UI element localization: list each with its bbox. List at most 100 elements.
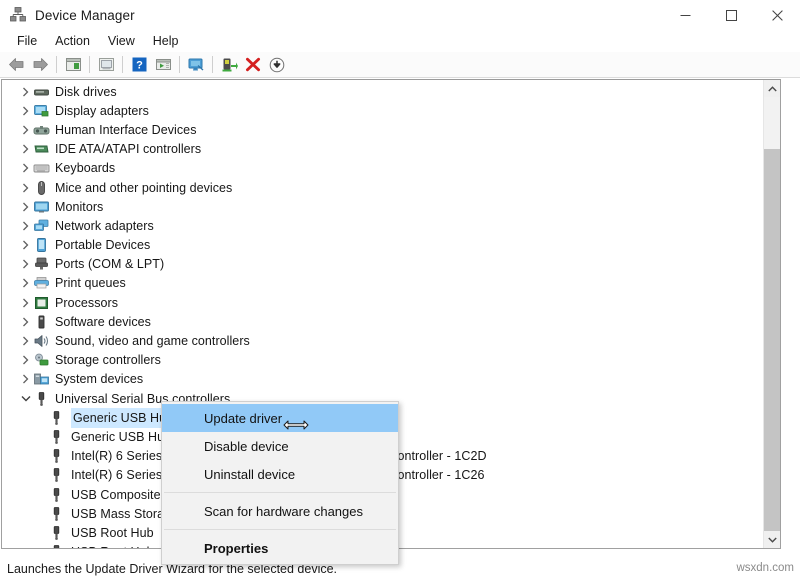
help-button[interactable]: ?: [127, 54, 151, 76]
tree-item-print-queues[interactable]: Print queues: [2, 274, 762, 293]
toolbar-separator-2: [89, 56, 90, 73]
toolbar-separator-5: [212, 56, 213, 73]
tree-item-label: Intel(R) 6 Series: [71, 449, 162, 463]
chevron-right-icon[interactable]: [18, 374, 33, 384]
software-device-icon: [33, 314, 50, 330]
context-menu-item-properties[interactable]: Properties: [162, 534, 398, 562]
context-menu-item-uninstall-device[interactable]: Uninstall device: [162, 460, 398, 488]
chevron-right-icon[interactable]: [18, 87, 33, 97]
context-menu: Update driver Disable device Uninstall d…: [161, 401, 399, 565]
usb-device-icon: [48, 448, 65, 464]
status-bar: Launches the Update Driver Wizard for th…: [0, 555, 800, 583]
device-manager-window: Device Manager File Action View Help: [0, 0, 800, 583]
chevron-right-icon[interactable]: [18, 240, 33, 250]
update-driver-button[interactable]: [217, 54, 241, 76]
context-menu-separator-1: [164, 492, 396, 493]
chevron-right-icon[interactable]: [18, 355, 33, 365]
port-icon: [33, 256, 50, 272]
close-button[interactable]: [754, 0, 800, 30]
network-adapter-icon: [33, 218, 50, 234]
chevron-right-icon[interactable]: [18, 144, 33, 154]
chevron-right-icon[interactable]: [18, 183, 33, 193]
device-properties-button[interactable]: [151, 54, 175, 76]
menu-file[interactable]: File: [8, 32, 46, 50]
show-hidden-devices-button[interactable]: [94, 54, 118, 76]
tree-item-sound-controllers[interactable]: Sound, video and game controllers: [2, 331, 762, 350]
chevron-right-icon[interactable]: [18, 202, 33, 212]
chevron-right-icon[interactable]: [18, 106, 33, 116]
window-title: Device Manager: [35, 8, 135, 23]
scroll-up-button[interactable]: [764, 80, 780, 97]
tree-item-label: Ports (COM & LPT): [55, 257, 164, 271]
scroll-down-button[interactable]: [764, 531, 780, 548]
tree-item-ports[interactable]: Ports (COM & LPT): [2, 255, 762, 274]
system-device-icon: [33, 371, 50, 387]
chevron-right-icon[interactable]: [18, 298, 33, 308]
tree-item-label: Intel(R) 6 Series: [71, 468, 162, 482]
chevron-right-icon[interactable]: [18, 336, 33, 346]
tree-item-display-adapters[interactable]: Display adapters: [2, 101, 762, 120]
disk-drive-icon: [33, 84, 50, 100]
tree-item-ide-controllers[interactable]: IDE ATA/ATAPI controllers: [2, 140, 762, 159]
chevron-right-icon[interactable]: [18, 259, 33, 269]
uninstall-button[interactable]: [241, 54, 265, 76]
context-menu-item-disable-device[interactable]: Disable device: [162, 432, 398, 460]
tree-item-label: IDE ATA/ATAPI controllers: [55, 142, 201, 156]
menu-help[interactable]: Help: [144, 32, 188, 50]
tree-item-label: Portable Devices: [55, 238, 150, 252]
storage-controller-icon: [33, 352, 50, 368]
tree-item-system-devices[interactable]: System devices: [2, 370, 762, 389]
tree-item-software-devices[interactable]: Software devices: [2, 312, 762, 331]
tree-item-label: Disk drives: [55, 85, 117, 99]
tree-item-storage-controllers[interactable]: Storage controllers: [2, 351, 762, 370]
vertical-scrollbar[interactable]: [763, 80, 780, 548]
forward-button[interactable]: [28, 54, 52, 76]
watermark: wsxdn.com: [736, 562, 794, 574]
properties-button[interactable]: [61, 54, 85, 76]
tree-item-monitors[interactable]: Monitors: [2, 197, 762, 216]
tree-item-mice[interactable]: Mice and other pointing devices: [2, 178, 762, 197]
context-menu-item-scan-for-hardware-changes[interactable]: Scan for hardware changes: [162, 497, 398, 525]
scrollbar-thumb[interactable]: [764, 97, 780, 149]
tree-item-label: Display adapters: [55, 104, 149, 118]
title-bar: Device Manager: [0, 0, 800, 30]
printer-icon: [33, 275, 50, 291]
toolbar-separator-3: [122, 56, 123, 73]
scan-hardware-button[interactable]: [265, 54, 289, 76]
tree-item-label: Keyboards: [55, 161, 115, 175]
chevron-right-icon[interactable]: [18, 125, 33, 135]
tree-item-portable-devices[interactable]: Portable Devices: [2, 236, 762, 255]
menu-view[interactable]: View: [99, 32, 144, 50]
tree-item-disk-drives[interactable]: Disk drives: [2, 82, 762, 101]
tree-item-network-adapters[interactable]: Network adapters: [2, 216, 762, 235]
keyboard-icon: [33, 160, 50, 176]
scrollbar-track[interactable]: [764, 97, 780, 531]
tree-item-label: Processors: [55, 296, 118, 310]
menu-bar: File Action View Help: [0, 30, 800, 52]
scan-button[interactable]: [184, 54, 208, 76]
window-controls: [662, 0, 800, 30]
back-button[interactable]: [4, 54, 28, 76]
maximize-button[interactable]: [708, 0, 754, 30]
usb-device-icon: [48, 429, 65, 445]
tree-item-label: Monitors: [55, 200, 103, 214]
ide-controller-icon: [33, 141, 50, 157]
menu-action[interactable]: Action: [46, 32, 99, 50]
usb-controller-icon: [33, 391, 50, 407]
chevron-right-icon[interactable]: [18, 278, 33, 288]
tree-item-label: Human Interface Devices: [55, 123, 197, 137]
tree-item-label: Generic USB Hub: [71, 430, 171, 444]
context-menu-item-update-driver[interactable]: Update driver: [162, 404, 398, 432]
toolbar-separator-4: [179, 56, 180, 73]
tree-item-keyboards[interactable]: Keyboards: [2, 159, 762, 178]
tree-item-processors[interactable]: Processors: [2, 293, 762, 312]
chevron-right-icon[interactable]: [18, 221, 33, 231]
chevron-right-icon[interactable]: [18, 317, 33, 327]
chevron-down-icon[interactable]: [18, 395, 33, 402]
minimize-button[interactable]: [662, 0, 708, 30]
tree-item-human-interface-devices[interactable]: Human Interface Devices: [2, 120, 762, 139]
usb-device-icon: [48, 487, 65, 503]
chevron-right-icon[interactable]: [18, 163, 33, 173]
tree-item-label: System devices: [55, 372, 143, 386]
tree-item-label: Print queues: [55, 276, 126, 290]
